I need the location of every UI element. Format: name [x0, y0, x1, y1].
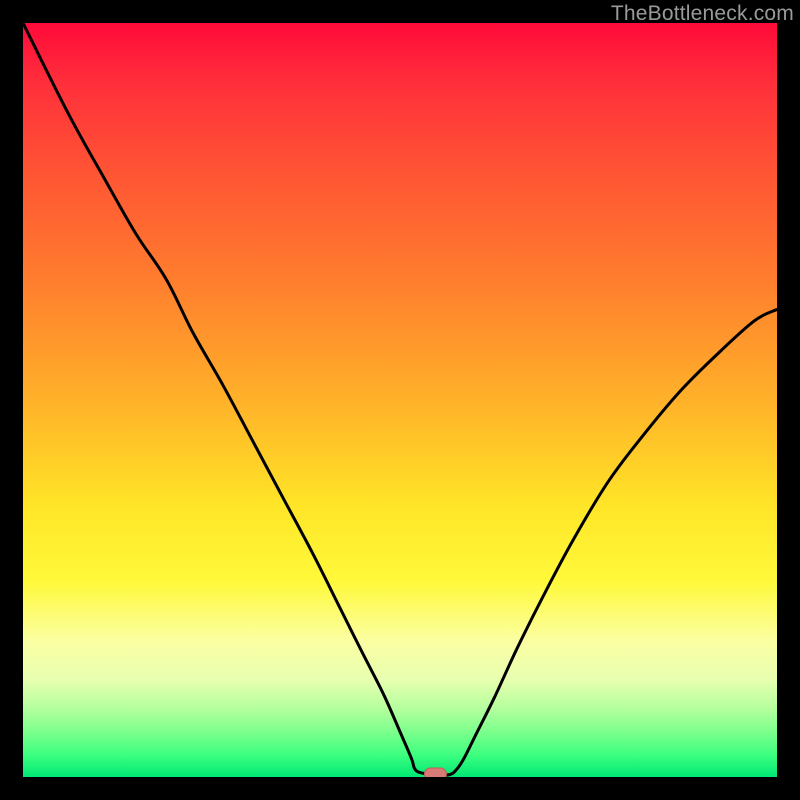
plot-area	[23, 23, 777, 777]
chart-container: TheBottleneck.com	[0, 0, 800, 800]
curve-layer	[23, 23, 777, 777]
watermark-text: TheBottleneck.com	[611, 2, 794, 26]
minimum-marker	[424, 768, 446, 777]
bottleneck-curve	[23, 23, 777, 775]
